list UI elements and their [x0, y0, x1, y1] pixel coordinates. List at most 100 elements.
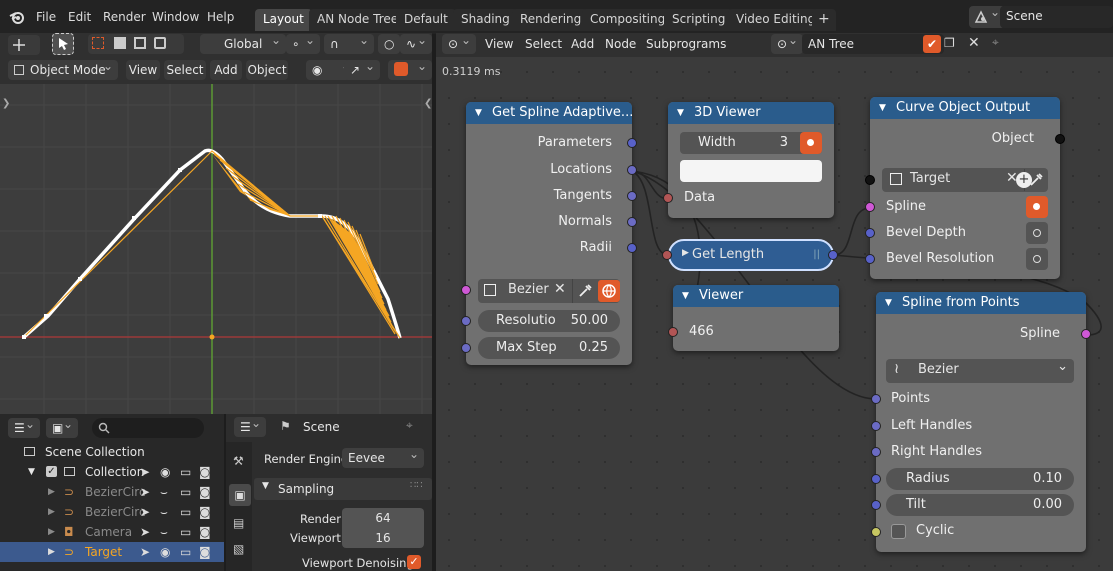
socket-bevel-depth[interactable]	[865, 228, 875, 238]
socket-cyclic[interactable]	[871, 527, 881, 537]
output-properties-icon[interactable]: ▤	[233, 516, 244, 530]
viewport-denoising-checkbox[interactable]: ✓	[407, 555, 421, 569]
socket-target-input[interactable]	[865, 175, 875, 185]
eyedropper-icon[interactable]	[572, 279, 596, 303]
socket-get-length-output[interactable]	[828, 250, 838, 260]
socket-radius[interactable]	[871, 474, 881, 484]
expand-arrow-icon[interactable]: ▶	[48, 502, 55, 522]
proportional-edit-button[interactable]: ○	[378, 34, 400, 54]
tab-scripting[interactable]: Scripting	[664, 9, 734, 31]
color-swatch[interactable]	[680, 160, 822, 182]
viewport-menu-add[interactable]: Add	[210, 60, 242, 80]
camera-render-icon[interactable]: ◙	[199, 522, 211, 542]
socket-tangents[interactable]	[627, 191, 637, 201]
camera-render-icon[interactable]: ◙	[199, 542, 211, 562]
pin-icon[interactable]: ⌖	[992, 35, 999, 50]
node-menu-add[interactable]: Add	[571, 37, 594, 51]
outliner-display-mode[interactable]: ▣	[46, 414, 78, 438]
monitor-icon[interactable]: ▭	[180, 462, 191, 482]
tab-rendering[interactable]: Rendering	[512, 9, 590, 31]
monitor-icon[interactable]: ▭	[180, 502, 191, 522]
3d-viewport[interactable]	[0, 84, 432, 414]
falloff-dropdown[interactable]: ∿	[400, 30, 432, 54]
socket-points[interactable]	[871, 394, 881, 404]
outliner-editor-type[interactable]: ☰	[8, 414, 40, 438]
resolution-field[interactable]: Resolutio 50.00	[478, 310, 620, 332]
cyclic-checkbox[interactable]	[891, 524, 906, 539]
menu-render[interactable]: Render	[103, 10, 146, 24]
node-menu-view[interactable]: View	[485, 37, 513, 51]
socket-spline[interactable]	[865, 202, 875, 212]
outliner-item-beziercirc-2[interactable]: ▶ ⊃ BezierCirc ➤ ⌣ ▭ ◙	[0, 502, 224, 522]
expand-arrow-icon[interactable]: ▶	[48, 542, 55, 562]
node-get-length[interactable]: ▶ Get Length ||	[668, 239, 834, 271]
selection-mode-buttons[interactable]	[88, 34, 184, 54]
socket-spline-input[interactable]	[461, 285, 471, 295]
socket-spline-output[interactable]	[1081, 329, 1091, 339]
node-header[interactable]: Get Spline Adaptive...	[466, 102, 632, 124]
tab-video-editing[interactable]: Video Editing	[728, 9, 824, 31]
outliner-collection[interactable]: ▼ ✓ Collection ➤ ◉ ▭ ◙	[0, 462, 224, 482]
expand-arrow-icon[interactable]: ▶	[48, 522, 55, 542]
node-curve-object-output[interactable]: Curve Object Output Object Target ✕ + Sp…	[865, 97, 1065, 279]
bevel-depth-toggle-button[interactable]	[1026, 222, 1048, 244]
socket-parameters[interactable]	[627, 138, 637, 148]
drag-handle-icon[interactable]: ∷∷	[410, 480, 423, 491]
overlay-dropdown[interactable]	[388, 56, 432, 80]
add-workspace-button[interactable]: +	[812, 9, 836, 31]
socket-locations[interactable]	[627, 165, 637, 175]
render-properties-icon[interactable]: ▣	[229, 484, 251, 506]
socket-max-step[interactable]	[461, 343, 471, 353]
socket-left-handles[interactable]	[871, 421, 881, 431]
blender-logo-icon[interactable]	[8, 9, 26, 25]
menu-window[interactable]: Window	[152, 10, 199, 24]
checkbox-icon[interactable]: ✓	[46, 466, 57, 477]
editor-type-button[interactable]	[8, 35, 40, 55]
select-arrow-icon[interactable]: ➤	[140, 462, 150, 482]
monitor-icon[interactable]: ▭	[180, 542, 191, 562]
eye-closed-icon[interactable]: ⌣	[160, 482, 168, 502]
camera-render-icon[interactable]: ◙	[199, 462, 211, 482]
width-toggle-button[interactable]	[800, 132, 822, 154]
fake-user-shield-icon[interactable]: ✔	[923, 35, 941, 53]
eye-icon[interactable]: ◉	[160, 462, 170, 482]
outliner-item-camera[interactable]: ▶ ◘ Camera ➤ ⌣ ▭ ◙	[0, 522, 224, 542]
width-field[interactable]: Width 3	[680, 132, 822, 154]
duplicate-icon[interactable]: ❐	[944, 36, 955, 50]
radius-field[interactable]: Radius 0.10	[886, 468, 1074, 490]
tab-an-node-tree[interactable]: AN Node Tree	[309, 9, 407, 31]
orientation-dropdown[interactable]: Global	[200, 30, 286, 54]
monitor-icon[interactable]: ▭	[180, 522, 191, 542]
node-menu-select[interactable]: Select	[525, 37, 562, 51]
eye-icon[interactable]: ◉	[160, 542, 170, 562]
outliner-search-input[interactable]	[92, 418, 204, 438]
tab-compositing[interactable]: Compositing	[582, 9, 674, 31]
snap-dropdown[interactable]: ∩	[324, 30, 374, 54]
node-viewer[interactable]: Viewer 466	[668, 285, 839, 351]
gizmo-dropdown[interactable]: ↗	[344, 56, 380, 80]
select-arrow-icon[interactable]: ➤	[140, 502, 150, 522]
node-editor-type-button[interactable]: ⊙	[442, 30, 476, 54]
monitor-icon[interactable]: ▭	[180, 482, 191, 502]
socket-radii[interactable]	[627, 243, 637, 253]
tab-default[interactable]: Default	[396, 9, 456, 31]
camera-render-icon[interactable]: ◙	[199, 482, 211, 502]
outliner-item-beziercirc-1[interactable]: ▶ ⊃ BezierCirc ➤ ⌣ ▭ ◙	[0, 482, 224, 502]
node-menu-subprograms[interactable]: Subprograms	[646, 37, 726, 51]
bevel-resolution-toggle-button[interactable]	[1026, 248, 1048, 270]
viewport-menu-object[interactable]: Object	[246, 60, 288, 80]
socket-data[interactable]	[663, 193, 673, 203]
expand-arrow-icon[interactable]: ▶	[48, 482, 55, 502]
socket-object-output[interactable]	[1055, 134, 1065, 144]
socket-tilt[interactable]	[871, 500, 881, 510]
control-points[interactable]	[22, 168, 322, 339]
viewport-menu-select[interactable]: Select	[164, 60, 206, 80]
expand-arrow-icon[interactable]: ▼	[28, 462, 35, 482]
select-arrow-icon[interactable]: ➤	[140, 522, 150, 542]
tab-shading[interactable]: Shading	[453, 9, 518, 31]
socket-resolution[interactable]	[461, 316, 471, 326]
eye-closed-icon[interactable]: ⌣	[160, 522, 168, 542]
viewport-samples-field[interactable]: 16	[342, 528, 424, 548]
object-mode-dropdown[interactable]: Object Mode	[8, 56, 118, 80]
select-arrow-icon[interactable]: ➤	[140, 482, 150, 502]
